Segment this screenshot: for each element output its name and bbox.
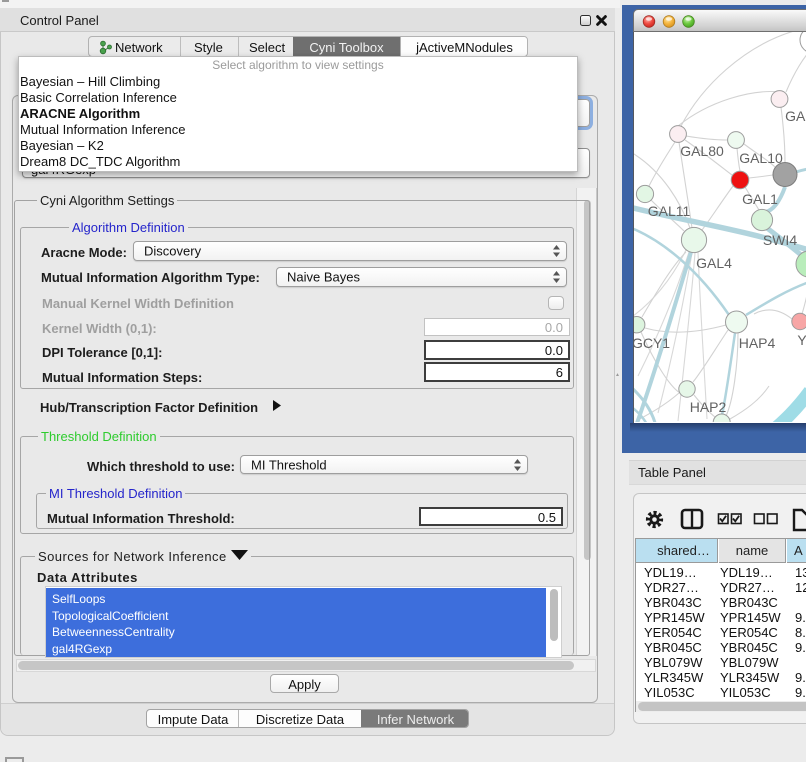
- svg-text:GAL80: GAL80: [680, 143, 724, 159]
- svg-text:GAL2: GAL2: [785, 108, 806, 124]
- svg-text:GAL1: GAL1: [742, 191, 778, 207]
- svg-text:GAL4: GAL4: [696, 255, 732, 271]
- svg-text:SWI4: SWI4: [763, 232, 797, 248]
- svg-text:Y: Y: [797, 332, 806, 348]
- svg-text:GCY1: GCY1: [634, 335, 670, 351]
- svg-text:GAL11: GAL11: [648, 203, 691, 219]
- svg-text:GAL10: GAL10: [739, 150, 783, 166]
- svg-text:HAP2: HAP2: [690, 399, 727, 415]
- svg-text:HAP4: HAP4: [739, 335, 776, 351]
